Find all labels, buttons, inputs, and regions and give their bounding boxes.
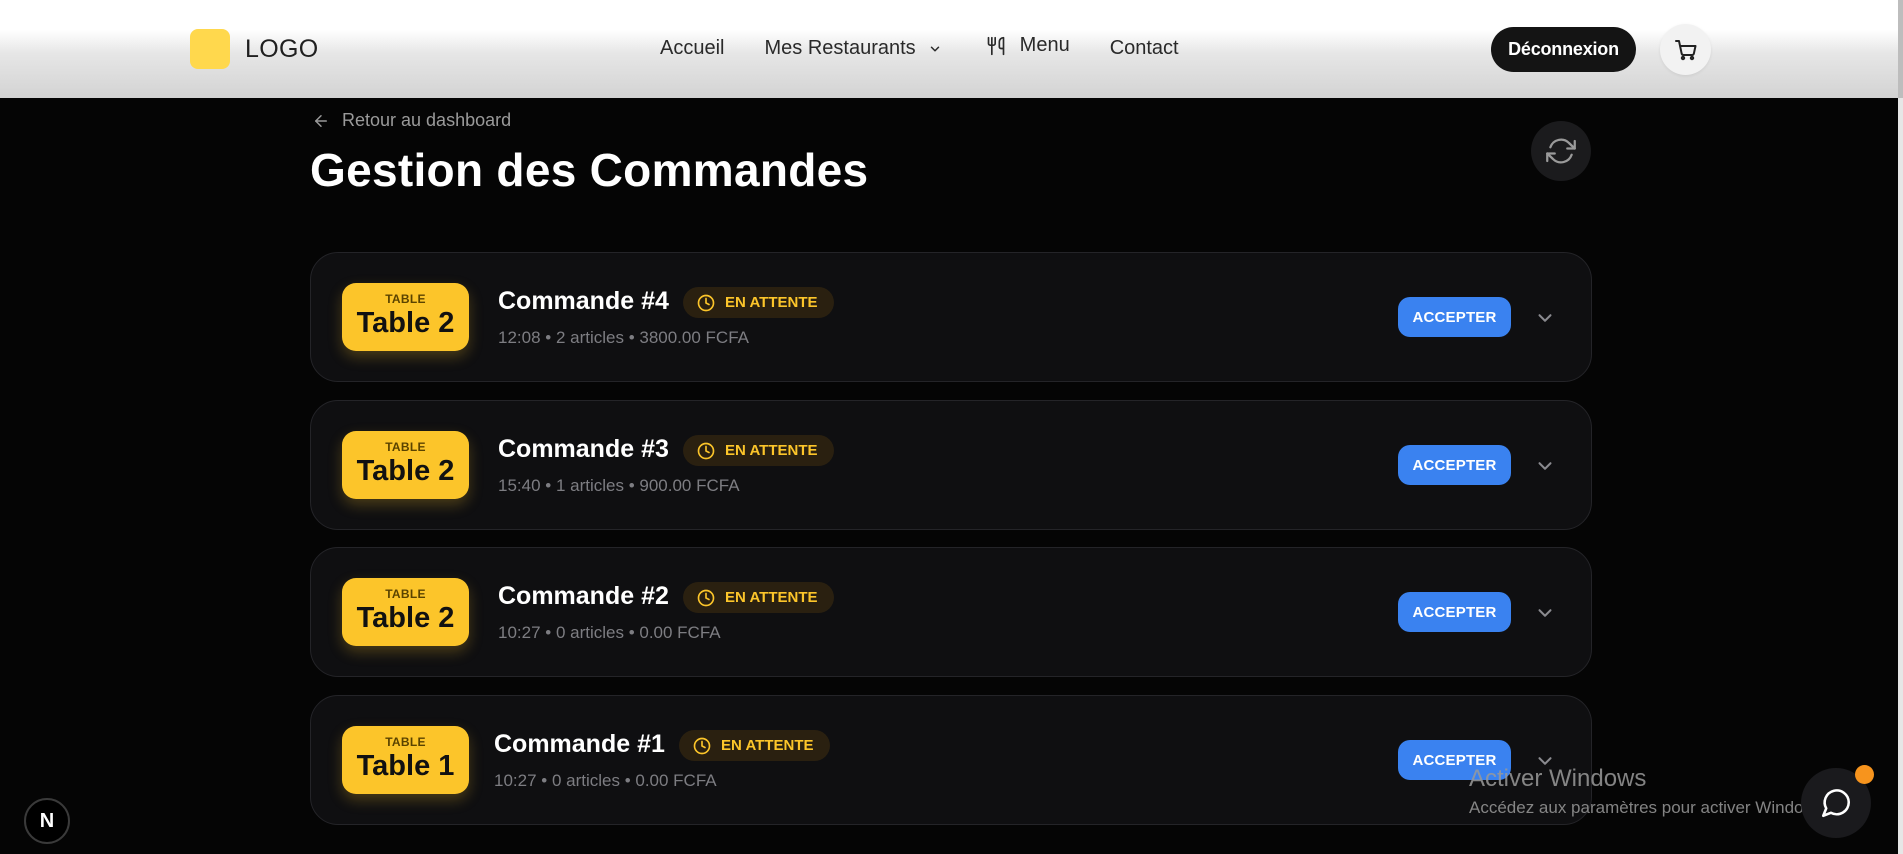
order-card[interactable]: TABLE Table 2 Commande #2 EN ATTENTE 10:… bbox=[310, 547, 1592, 677]
cart-icon bbox=[1674, 39, 1696, 60]
clock-icon bbox=[697, 589, 715, 606]
table-badge-name: Table 2 bbox=[356, 307, 455, 339]
clock-icon bbox=[693, 737, 711, 754]
nav-link-mes-restaurants[interactable]: Mes Restaurants bbox=[764, 37, 941, 60]
back-to-dashboard-link[interactable]: Retour au dashboard bbox=[312, 110, 511, 131]
main-nav: Accueil Mes Restaurants Menu Contact bbox=[660, 34, 1179, 60]
chevron-down-icon[interactable] bbox=[1534, 455, 1556, 477]
order-meta: 12:08 • 2 articles • 3800.00 FCFA bbox=[498, 328, 749, 347]
table-badge-caption: TABLE bbox=[385, 735, 426, 749]
nav-link-label: Mes Restaurants bbox=[764, 37, 916, 59]
refresh-icon bbox=[1546, 138, 1576, 164]
nav-link-label: Menu bbox=[1019, 34, 1070, 56]
nav-link-label: Contact bbox=[1109, 37, 1179, 59]
scrollbar-thumb[interactable] bbox=[1898, 0, 1903, 98]
status-label: EN ATTENTE bbox=[725, 589, 818, 606]
order-title: Commande #3 bbox=[498, 435, 669, 463]
order-card[interactable]: TABLE Table 2 Commande #4 EN ATTENTE 12:… bbox=[310, 252, 1592, 382]
table-badge-name: Table 2 bbox=[356, 602, 455, 634]
chat-icon bbox=[1821, 789, 1851, 818]
order-meta: 10:27 • 0 articles • 0.00 FCFA bbox=[494, 771, 717, 790]
accept-button[interactable]: ACCEPTER bbox=[1398, 297, 1511, 337]
fork-knife-icon bbox=[987, 36, 1004, 55]
table-badge-name: Table 2 bbox=[356, 455, 455, 487]
status-badge: EN ATTENTE bbox=[683, 435, 834, 466]
status-badge: EN ATTENTE bbox=[683, 582, 834, 613]
table-badge: TABLE Table 2 bbox=[342, 431, 469, 499]
order-title: Commande #4 bbox=[498, 287, 669, 315]
nav-link-accueil[interactable]: Accueil bbox=[660, 37, 724, 60]
nextjs-dev-badge[interactable]: N bbox=[24, 798, 70, 844]
status-label: EN ATTENTE bbox=[721, 737, 814, 754]
clock-icon bbox=[697, 442, 715, 459]
status-badge: EN ATTENTE bbox=[679, 730, 830, 761]
next-badge-letter: N bbox=[39, 809, 55, 832]
order-title: Commande #2 bbox=[498, 582, 669, 610]
nav-link-label: Accueil bbox=[660, 37, 725, 59]
chevron-down-icon bbox=[930, 45, 939, 52]
status-badge: EN ATTENTE bbox=[683, 287, 834, 318]
order-meta: 15:40 • 1 articles • 900.00 FCFA bbox=[498, 476, 740, 495]
nav-link-contact[interactable]: Contact bbox=[1110, 37, 1179, 60]
nav-link-menu[interactable]: Menu bbox=[986, 34, 1070, 57]
table-badge-name: Table 1 bbox=[356, 750, 455, 782]
order-meta: 10:27 • 0 articles • 0.00 FCFA bbox=[498, 623, 721, 642]
accept-button[interactable]: ACCEPTER bbox=[1398, 592, 1511, 632]
page: LOGO Accueil Mes Restaurants Menu Contac… bbox=[0, 0, 1903, 854]
refresh-button[interactable] bbox=[1531, 121, 1591, 181]
table-badge: TABLE Table 1 bbox=[342, 726, 469, 794]
arrow-left-icon bbox=[315, 114, 327, 127]
watermark-title: Activer Windows bbox=[1469, 765, 1647, 792]
accept-button[interactable]: ACCEPTER bbox=[1398, 445, 1511, 485]
logo[interactable]: LOGO bbox=[190, 29, 318, 69]
table-badge: TABLE Table 2 bbox=[342, 578, 469, 646]
top-navbar: LOGO Accueil Mes Restaurants Menu Contac… bbox=[0, 0, 1898, 98]
order-title: Commande #1 bbox=[494, 730, 665, 758]
clock-icon bbox=[697, 294, 715, 311]
logout-button[interactable]: Déconnexion bbox=[1491, 27, 1636, 72]
order-card[interactable]: TABLE Table 1 Commande #1 EN ATTENTE 10:… bbox=[310, 695, 1592, 825]
back-link-label: Retour au dashboard bbox=[342, 110, 512, 130]
table-badge-caption: TABLE bbox=[385, 440, 426, 454]
table-badge-caption: TABLE bbox=[385, 587, 426, 601]
chevron-down-icon[interactable] bbox=[1534, 307, 1556, 329]
order-card[interactable]: TABLE Table 2 Commande #3 EN ATTENTE 15:… bbox=[310, 400, 1592, 530]
logo-mark bbox=[190, 29, 230, 69]
logo-text: LOGO bbox=[245, 34, 319, 63]
page-title: Gestion des Commandes bbox=[310, 144, 869, 196]
table-badge: TABLE Table 2 bbox=[342, 283, 469, 351]
cart-button[interactable] bbox=[1660, 24, 1711, 75]
status-label: EN ATTENTE bbox=[725, 442, 818, 459]
status-label: EN ATTENTE bbox=[725, 294, 818, 311]
scrollbar[interactable] bbox=[1898, 0, 1903, 854]
chevron-down-icon[interactable] bbox=[1534, 602, 1556, 624]
windows-activation-watermark: Activer Windows Accédez aux paramètres p… bbox=[1469, 765, 1829, 818]
table-badge-caption: TABLE bbox=[385, 292, 426, 306]
watermark-subtitle: Accédez aux paramètres pour activer Wind… bbox=[1469, 798, 1829, 817]
notification-dot bbox=[1855, 765, 1874, 784]
